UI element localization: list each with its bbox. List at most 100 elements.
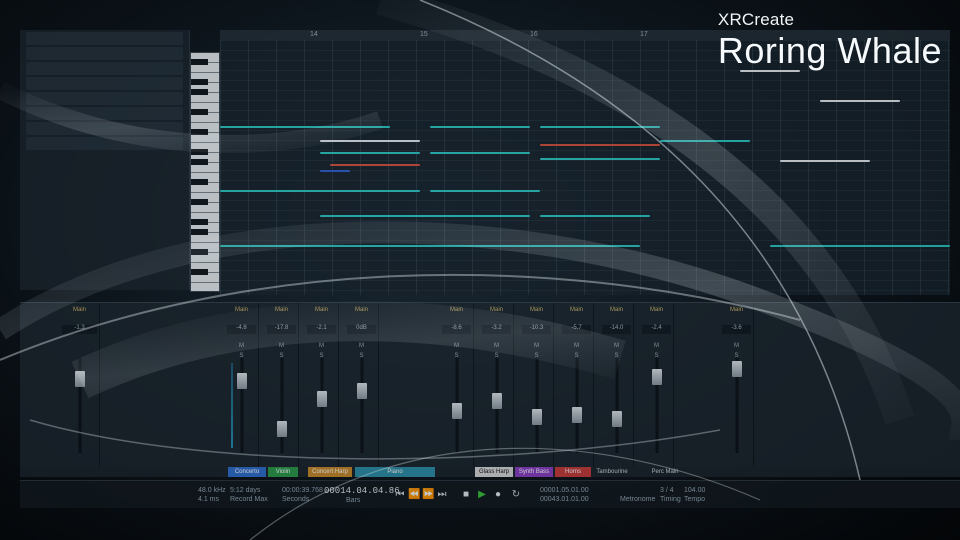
volume-fader[interactable] <box>316 391 327 407</box>
volume-readout[interactable]: -2.4 <box>642 325 671 334</box>
record-icon[interactable]: ● <box>492 489 504 501</box>
midi-note[interactable] <box>220 190 420 192</box>
volume-readout[interactable]: -17.8 <box>267 325 296 334</box>
stop-icon[interactable]: ■ <box>460 489 472 501</box>
panel-row[interactable] <box>26 122 183 135</box>
track-label[interactable]: Horns <box>555 467 591 477</box>
midi-note[interactable] <box>540 126 660 128</box>
volume-readout[interactable]: -8.6 <box>442 325 471 334</box>
panel-row[interactable] <box>26 77 183 90</box>
panel-row[interactable] <box>26 62 183 75</box>
track-label[interactable]: Piano <box>355 467 435 477</box>
midi-note[interactable] <box>540 144 660 146</box>
output-bus[interactable]: Main <box>62 307 97 316</box>
output-bus[interactable]: Main <box>642 307 671 316</box>
midi-note[interactable] <box>220 126 390 128</box>
output-bus[interactable]: Main <box>267 307 296 316</box>
volume-readout[interactable]: -2.1 <box>307 325 336 334</box>
volume-readout[interactable]: -10.3 <box>522 325 551 334</box>
track-label[interactable]: Violin <box>268 467 298 477</box>
go-to-end-icon[interactable]: ⏭ <box>436 489 448 501</box>
panel-row[interactable] <box>26 107 183 120</box>
midi-note[interactable] <box>770 245 950 247</box>
volume-fader[interactable] <box>451 403 462 419</box>
volume-readout[interactable]: -5.7 <box>562 325 591 334</box>
metronome-label[interactable]: Metronome <box>620 496 655 503</box>
output-bus[interactable]: Main <box>227 307 256 316</box>
seconds-value[interactable]: 00:00:39.768 <box>282 487 323 494</box>
black-key[interactable] <box>191 109 208 115</box>
rewind-icon[interactable]: ⏪ <box>408 489 420 501</box>
track-label[interactable]: Concerto <box>228 467 266 477</box>
black-key[interactable] <box>191 229 208 235</box>
black-key[interactable] <box>191 269 208 275</box>
black-key[interactable] <box>191 89 208 95</box>
volume-fader[interactable] <box>236 373 247 389</box>
volume-fader[interactable] <box>531 409 542 425</box>
panel-row[interactable] <box>26 32 183 45</box>
output-bus[interactable]: Main <box>602 307 631 316</box>
panel-row[interactable] <box>26 47 183 60</box>
volume-readout[interactable]: 0dB <box>347 325 376 334</box>
panel-row[interactable] <box>26 137 183 150</box>
output-bus[interactable]: Main <box>482 307 511 316</box>
volume-fader[interactable] <box>611 411 622 427</box>
midi-note[interactable] <box>430 152 530 154</box>
midi-note[interactable] <box>220 245 640 247</box>
midi-note[interactable] <box>820 100 900 102</box>
output-bus[interactable]: Main <box>307 307 336 316</box>
black-key[interactable] <box>191 159 208 165</box>
midi-note[interactable] <box>320 170 350 172</box>
output-bus[interactable]: Main <box>562 307 591 316</box>
volume-readout[interactable]: -14.0 <box>602 325 631 334</box>
volume-readout[interactable]: -3.2 <box>482 325 511 334</box>
black-key[interactable] <box>191 79 208 85</box>
output-bus[interactable]: Main <box>442 307 471 316</box>
track-label[interactable]: Glass Harp <box>475 467 513 477</box>
black-key[interactable] <box>191 59 208 65</box>
loop-end[interactable]: 00043.01.01.00 <box>540 496 589 503</box>
piano-keyboard[interactable] <box>190 52 220 292</box>
panel-row[interactable] <box>26 92 183 105</box>
midi-note[interactable] <box>540 158 660 160</box>
midi-note[interactable] <box>780 160 870 162</box>
volume-fader[interactable] <box>491 393 502 409</box>
midi-note[interactable] <box>320 152 420 154</box>
volume-fader[interactable] <box>356 383 367 399</box>
midi-note[interactable] <box>330 164 420 166</box>
volume-readout[interactable]: -4.8 <box>227 325 256 334</box>
midi-note[interactable] <box>540 215 650 217</box>
midi-note[interactable] <box>430 190 540 192</box>
volume-readout[interactable]: -3.6 <box>722 325 751 334</box>
output-bus[interactable]: Main <box>722 307 751 316</box>
black-key[interactable] <box>191 179 208 185</box>
return-to-zero-icon[interactable]: ⏮ <box>394 489 406 501</box>
black-key[interactable] <box>191 149 208 155</box>
output-bus[interactable]: Main <box>522 307 551 316</box>
piano-roll-editor[interactable] <box>220 40 950 295</box>
track-label[interactable]: Tambourine <box>592 467 632 477</box>
output-bus[interactable]: Main <box>347 307 376 316</box>
black-key[interactable] <box>191 199 208 205</box>
tempo-value[interactable]: 104.00 <box>684 487 705 494</box>
black-key[interactable] <box>191 249 208 255</box>
midi-note[interactable] <box>320 215 530 217</box>
loop-icon[interactable]: ↻ <box>510 489 522 501</box>
black-key[interactable] <box>191 219 208 225</box>
midi-note[interactable] <box>430 126 530 128</box>
black-key[interactable] <box>191 129 208 135</box>
play-icon[interactable]: ▶ <box>476 489 488 501</box>
track-label[interactable]: Concert Harp <box>308 467 352 477</box>
bars-position[interactable]: 00014.04.04.86 <box>324 486 400 496</box>
fast-forward-icon[interactable]: ⏩ <box>422 489 434 501</box>
volume-fader[interactable] <box>571 407 582 423</box>
volume-fader[interactable] <box>276 421 287 437</box>
volume-readout[interactable]: -1.3 <box>62 325 97 334</box>
track-label[interactable]: Synth Bass <box>515 467 553 477</box>
loop-start[interactable]: 00001.05.01.00 <box>540 487 589 494</box>
volume-fader[interactable] <box>651 369 662 385</box>
midi-note[interactable] <box>320 140 420 142</box>
midi-note[interactable] <box>660 140 750 142</box>
track-label[interactable]: Perc Main <box>645 467 685 477</box>
volume-fader[interactable] <box>74 371 85 387</box>
